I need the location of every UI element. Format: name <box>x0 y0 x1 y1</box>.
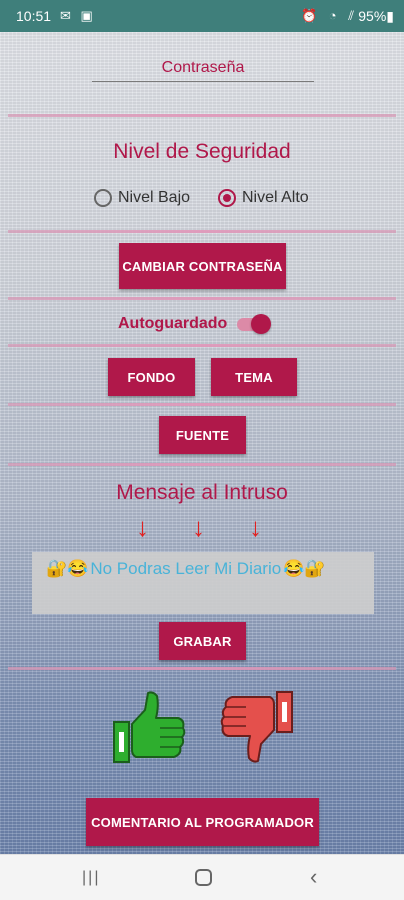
status-bar: 10:51 ✉ ▣ ⏰ ◔ ⫽ 95%▮ <box>0 0 404 32</box>
save-button[interactable]: GRABAR <box>159 622 246 660</box>
font-button[interactable]: FUENTE <box>159 416 246 454</box>
radio-high-label: Nivel Alto <box>242 189 309 206</box>
divider <box>8 114 396 117</box>
down-arrow-icon: ↓ <box>249 512 262 542</box>
radio-circle-high[interactable] <box>218 189 236 207</box>
comment-to-developer-button[interactable]: COMENTARIO AL PROGRAMADOR <box>86 798 319 846</box>
divider <box>8 667 396 670</box>
password-input[interactable] <box>92 54 314 82</box>
theme-button[interactable]: TEMA <box>211 358 297 396</box>
laugh-lock-emoji-right: 😂🔐 <box>283 559 326 578</box>
intruder-message-title: Mensaje al Intruso <box>116 481 288 504</box>
security-level-radio-group: Nivel Bajo Nivel Alto <box>94 186 334 210</box>
notification-icons: ✉ ▣ <box>60 8 96 23</box>
thumbs-up-icon[interactable] <box>112 690 186 764</box>
arrows-row: ↓ ↓ ↓ <box>0 512 404 546</box>
recents-icon[interactable]: ||| <box>82 869 100 887</box>
intruder-message-field[interactable]: 🔐😂 No Podras Leer Mi Diario 😂🔐 <box>32 552 374 614</box>
back-icon[interactable]: ‹ <box>310 864 317 890</box>
background-button[interactable]: FONDO <box>108 358 195 396</box>
battery-indicator: 95%▮ <box>358 8 394 24</box>
change-password-button[interactable]: CAMBIAR CONTRASEÑA <box>119 243 286 289</box>
toggle-thumb <box>251 314 272 334</box>
autosave-row: Autoguardado <box>118 312 272 336</box>
radio-circle-low[interactable] <box>94 189 112 207</box>
system-status-icons: ⏰ ◔ ⫽ <box>300 8 358 23</box>
autosave-label: Autoguardado <box>118 315 228 332</box>
down-arrow-icon: ↓ <box>136 512 149 542</box>
status-time: 10:51 <box>16 8 52 24</box>
divider <box>8 403 396 406</box>
divider <box>8 463 396 466</box>
thumbs-down-icon[interactable] <box>220 690 294 764</box>
radio-high-level[interactable]: Nivel Alto <box>218 186 309 210</box>
radio-low-level[interactable]: Nivel Bajo <box>94 186 190 210</box>
divider <box>8 297 396 300</box>
down-arrow-icon: ↓ <box>192 512 205 542</box>
autosave-toggle[interactable] <box>237 314 272 334</box>
security-level-title: Nivel de Seguridad <box>113 140 291 163</box>
home-icon[interactable] <box>195 869 212 886</box>
radio-low-label: Nivel Bajo <box>118 189 191 206</box>
lock-laugh-emoji-left: 🔐😂 <box>46 559 89 578</box>
intruder-message-text: No Podras Leer Mi Diario <box>90 559 282 578</box>
divider <box>8 230 396 233</box>
divider <box>8 344 396 347</box>
navigation-bar: ||| ‹ <box>0 854 404 900</box>
